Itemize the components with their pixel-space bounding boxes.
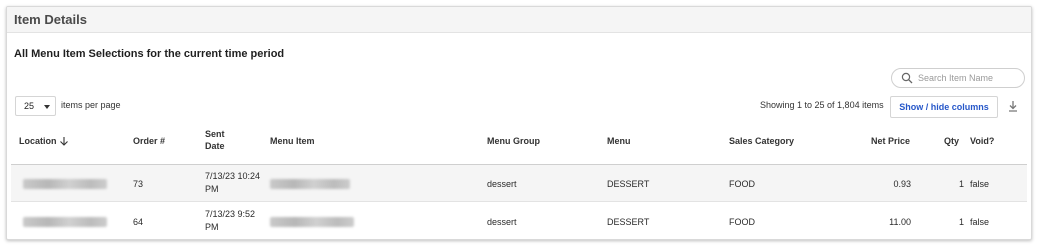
void: false <box>970 217 990 227</box>
net-price: 11.00 <box>889 217 911 227</box>
column-header-sales-category[interactable]: Sales Category <box>729 135 794 147</box>
sent-date: 7/13/23 9:52 PM <box>205 208 255 234</box>
sent-date-line1: 7/13/23 9:52 <box>205 209 256 219</box>
column-header-menu-group[interactable]: Menu Group <box>487 135 540 147</box>
search-input[interactable] <box>918 71 1018 85</box>
card-title: Item Details <box>14 12 87 27</box>
order-number: 73 <box>133 179 144 189</box>
location-redacted <box>23 179 107 189</box>
show-hide-columns-button[interactable]: Show / hide columns <box>890 96 998 118</box>
caret-down-icon <box>44 105 50 109</box>
sent-date-line2: PM <box>205 184 219 194</box>
items-per-page-select[interactable]: 25 <box>15 96 56 116</box>
table-row[interactable]: 64 7/13/23 9:52 PM dessert DESSERT FOOD … <box>11 203 1027 239</box>
menu-group: dessert <box>487 217 517 227</box>
item-details-card: Item Details All Menu Item Selections fo… <box>6 6 1032 240</box>
column-header-net-price[interactable]: Net Price <box>871 135 910 147</box>
qty: 1 <box>958 217 964 227</box>
column-header-menu-item[interactable]: Menu Item <box>270 135 315 147</box>
location-redacted <box>23 217 107 227</box>
download-icon[interactable] <box>1007 100 1019 112</box>
section-title: All Menu Item Selections for the current… <box>14 48 285 60</box>
column-header-sent-date[interactable]: Sent Date <box>205 128 225 152</box>
column-header-location-label: Location <box>19 136 57 146</box>
column-header-void[interactable]: Void? <box>970 135 994 147</box>
menu-item-redacted <box>270 179 350 189</box>
search-box[interactable] <box>891 68 1025 88</box>
qty: 1 <box>958 179 964 189</box>
items-per-page-label: items per page <box>61 100 121 110</box>
column-header-menu[interactable]: Menu <box>607 135 631 147</box>
search-icon <box>901 72 913 84</box>
card-header: Item Details <box>7 7 1031 33</box>
sent-date-line1: 7/13/23 10:24 <box>205 171 261 181</box>
sent-date-line2: PM <box>205 222 219 232</box>
sales-category: FOOD <box>729 217 755 227</box>
items-per-page-value: 25 <box>24 101 35 111</box>
table-row[interactable]: 73 7/13/23 10:24 PM dessert DESSERT FOOD… <box>11 165 1027 202</box>
column-header-order[interactable]: Order # <box>133 135 165 147</box>
column-header-sent-date-line2: Date <box>205 141 225 151</box>
column-header-sent-date-line1: Sent <box>205 129 225 139</box>
order-number: 64 <box>133 217 144 227</box>
column-header-location[interactable]: Location <box>19 135 69 147</box>
net-price: 0.93 <box>893 179 911 189</box>
column-header-qty[interactable]: Qty <box>944 135 959 147</box>
menu-group: dessert <box>487 179 517 189</box>
menu: DESSERT <box>607 179 650 189</box>
void: false <box>970 179 990 189</box>
sort-arrow-down-icon <box>59 137 68 146</box>
menu: DESSERT <box>607 217 650 227</box>
sales-category: FOOD <box>729 179 755 189</box>
sent-date: 7/13/23 10:24 PM <box>205 170 260 196</box>
showing-count: Showing 1 to 25 of 1,804 items <box>760 100 884 110</box>
menu-item-redacted <box>270 217 354 227</box>
